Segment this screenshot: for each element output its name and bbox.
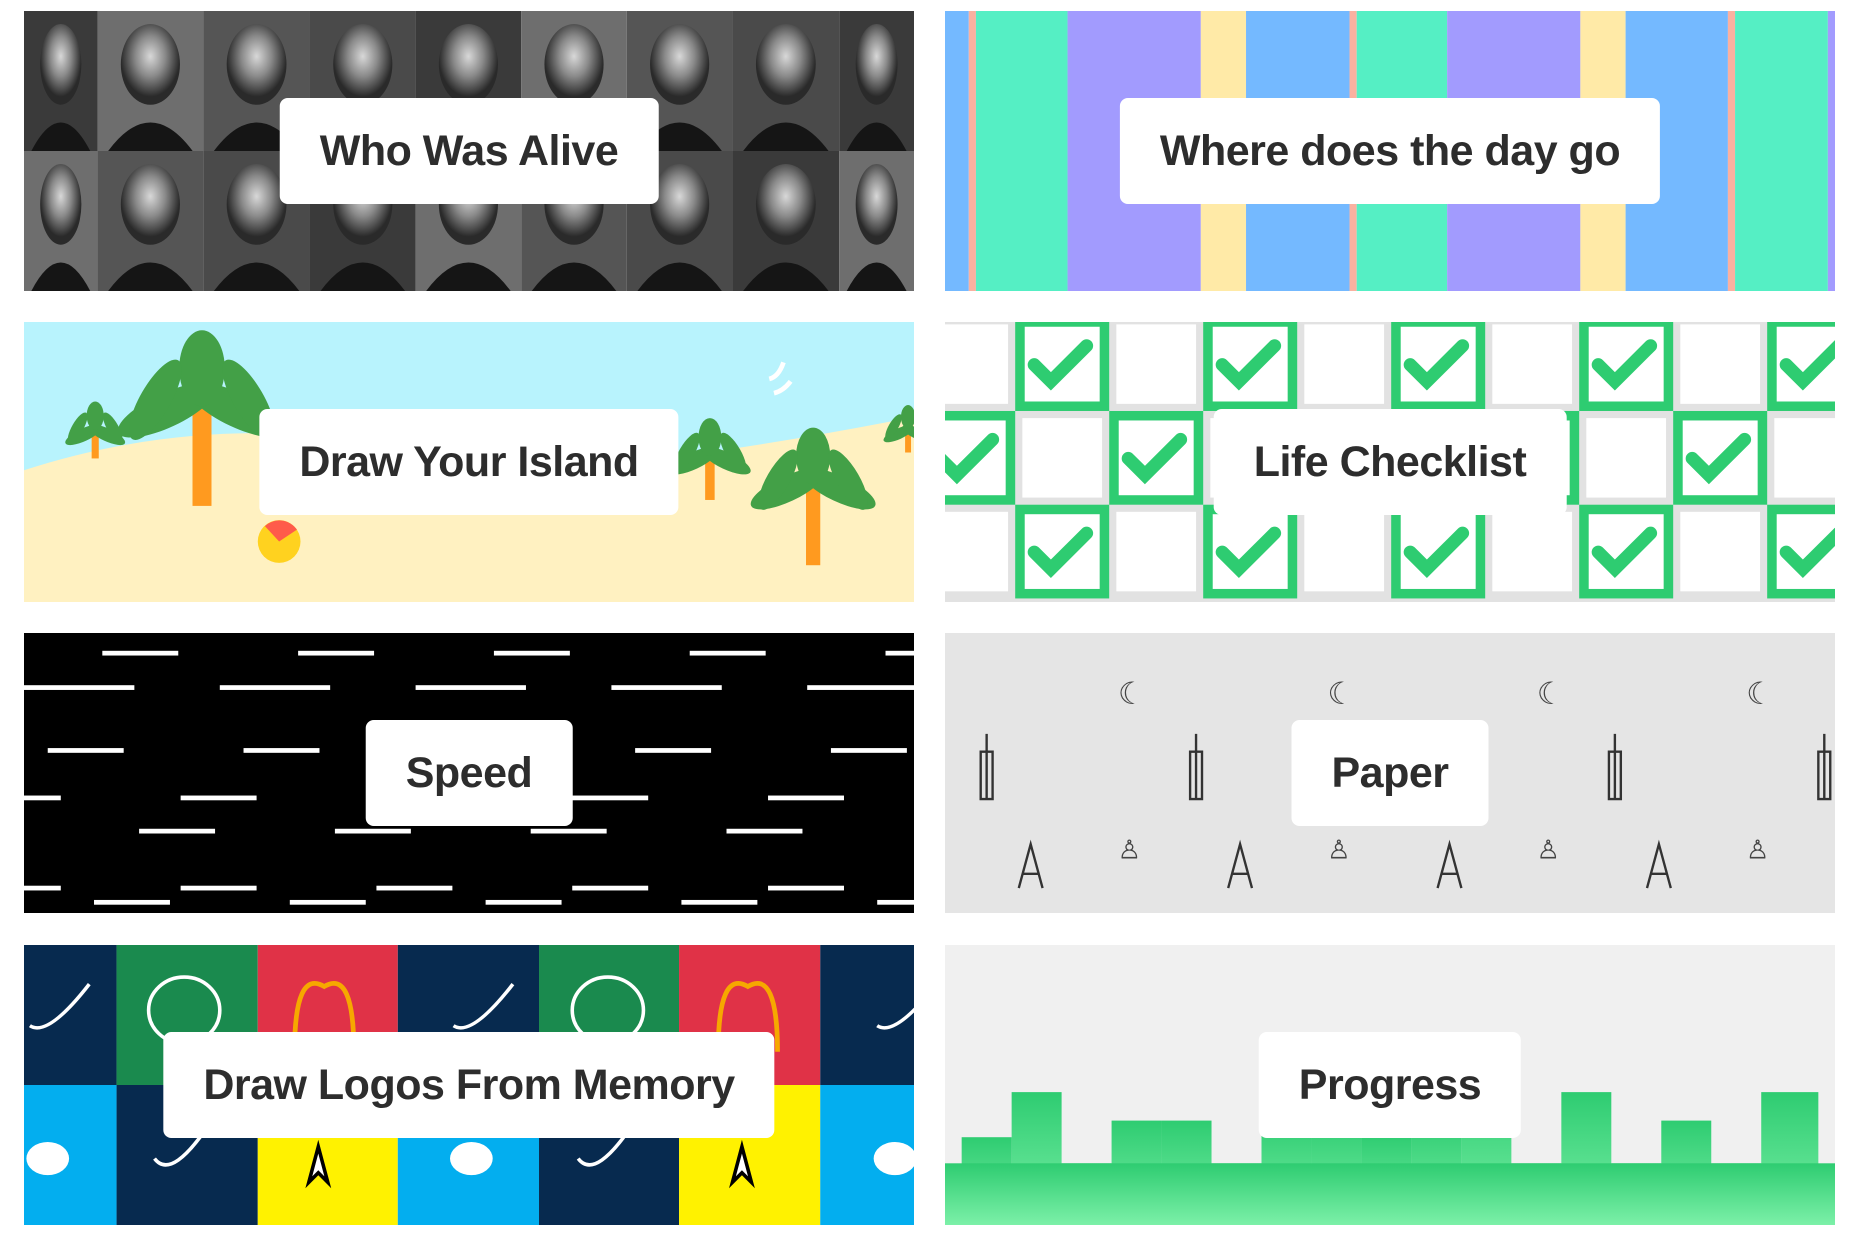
svg-text:☾: ☾ — [1746, 676, 1774, 712]
card-speed[interactable]: Speed — [24, 633, 914, 913]
svg-text:♙: ♙ — [1746, 835, 1769, 865]
card-who-was-alive[interactable]: Who Was Alive — [24, 11, 914, 291]
card-title: Speed — [365, 720, 573, 826]
card-title: Progress — [1258, 1032, 1522, 1138]
card-title: Who Was Alive — [279, 98, 659, 204]
card-title: Draw Logos From Memory — [163, 1032, 775, 1138]
card-draw-your-island[interactable]: Draw Your Island — [24, 322, 914, 602]
svg-text:☾: ☾ — [1537, 676, 1565, 712]
card-draw-logos-from-memory[interactable]: Draw Logos From Memory — [24, 945, 914, 1225]
svg-text:♙: ♙ — [1118, 835, 1141, 865]
card-progress[interactable]: Progress — [945, 945, 1835, 1225]
card-title: Draw Your Island — [259, 409, 679, 515]
card-where-does-the-day-go[interactable]: Where does the day go — [945, 11, 1835, 291]
svg-text:♙: ♙ — [1537, 835, 1560, 865]
card-title: Life Checklist — [1213, 409, 1567, 515]
svg-text:☾: ☾ — [1118, 676, 1146, 712]
svg-text:☾: ☾ — [1327, 676, 1355, 712]
card-paper[interactable]: ☾♙☾♙☾♙☾♙☾♙ Paper — [945, 633, 1835, 913]
card-title: Where does the day go — [1119, 98, 1661, 204]
svg-text:♙: ♙ — [1327, 835, 1350, 865]
card-title: Paper — [1291, 720, 1489, 826]
card-life-checklist[interactable]: Life Checklist — [945, 322, 1835, 602]
